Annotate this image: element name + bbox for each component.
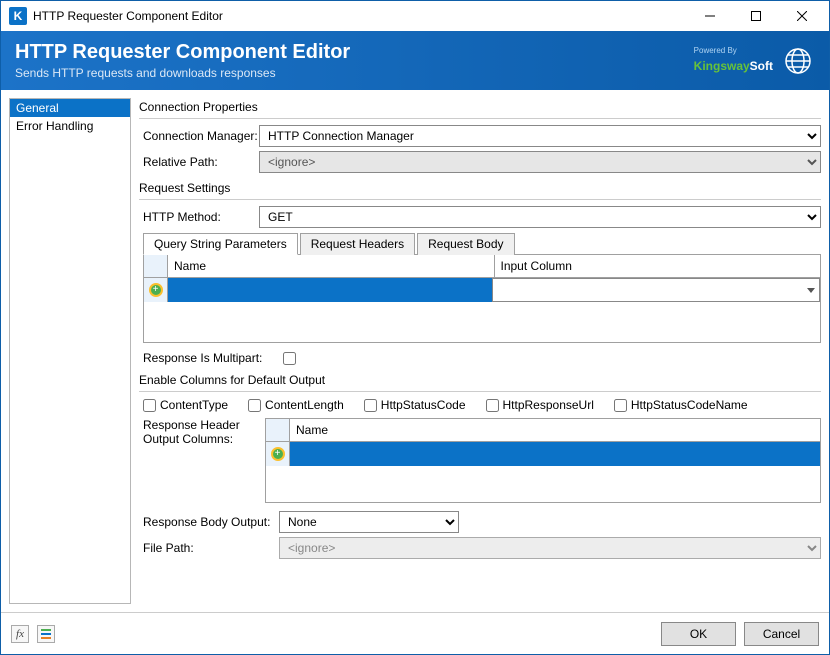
grid-add-row[interactable]: + bbox=[144, 278, 820, 302]
relative-path-label: Relative Path: bbox=[139, 155, 259, 169]
response-is-multipart-label: Response Is Multipart: bbox=[143, 351, 283, 365]
app-icon: K bbox=[9, 7, 27, 25]
window-title: HTTP Requester Component Editor bbox=[33, 9, 687, 23]
resp-grid-add-row[interactable]: + bbox=[266, 442, 820, 466]
header-title: HTTP Requester Component Editor bbox=[15, 41, 694, 64]
connection-properties-title: Connection Properties bbox=[139, 100, 821, 114]
response-body-output-select[interactable]: None bbox=[279, 511, 459, 533]
response-header-grid: Name + bbox=[265, 418, 821, 503]
columns-tool-icon[interactable] bbox=[37, 625, 55, 643]
powered-by-label: Powered By bbox=[694, 47, 773, 55]
checkbox-contenttype[interactable]: ContentType bbox=[143, 398, 228, 412]
grid-corner bbox=[144, 255, 168, 277]
close-button[interactable] bbox=[779, 1, 825, 31]
nav-sidebar: General Error Handling bbox=[9, 98, 131, 604]
connection-manager-select[interactable]: HTTP Connection Manager bbox=[259, 125, 821, 147]
resp-header-name-cell[interactable] bbox=[290, 442, 820, 466]
minimize-button[interactable] bbox=[687, 1, 733, 31]
resp-grid-corner bbox=[266, 419, 290, 441]
add-row-icon[interactable]: + bbox=[149, 283, 163, 297]
request-tabs: Query String Parameters Request Headers … bbox=[143, 232, 821, 255]
fx-icon[interactable]: fx bbox=[11, 625, 29, 643]
checkbox-httpresponseurl[interactable]: HttpResponseUrl bbox=[486, 398, 594, 412]
sidebar-item-general[interactable]: General bbox=[10, 99, 130, 117]
grid-header-input-column: Input Column bbox=[495, 255, 821, 277]
tab-request-headers[interactable]: Request Headers bbox=[300, 233, 415, 255]
globe-icon[interactable] bbox=[781, 44, 815, 78]
sidebar-item-error-handling[interactable]: Error Handling bbox=[10, 117, 130, 135]
main-content: Connection Properties Connection Manager… bbox=[139, 98, 821, 604]
cancel-button[interactable]: Cancel bbox=[744, 622, 819, 646]
checkbox-contentlength[interactable]: ContentLength bbox=[248, 398, 344, 412]
http-method-select[interactable]: GET bbox=[259, 206, 821, 228]
checkbox-httpstatuscode[interactable]: HttpStatusCode bbox=[364, 398, 466, 412]
file-path-select: <ignore> bbox=[279, 537, 821, 559]
param-name-cell[interactable] bbox=[168, 278, 492, 302]
bottom-toolbar: fx OK Cancel bbox=[1, 612, 829, 654]
ok-button[interactable]: OK bbox=[661, 622, 736, 646]
resp-add-row-icon[interactable]: + bbox=[271, 447, 285, 461]
header-banner: HTTP Requester Component Editor Sends HT… bbox=[1, 31, 829, 90]
tab-request-body[interactable]: Request Body bbox=[417, 233, 514, 255]
connection-manager-label: Connection Manager: bbox=[139, 129, 259, 143]
enable-columns-title: Enable Columns for Default Output bbox=[139, 373, 821, 387]
query-params-grid: Name Input Column + bbox=[143, 255, 821, 343]
http-method-label: HTTP Method: bbox=[139, 210, 259, 224]
relative-path-select[interactable]: <ignore> bbox=[259, 151, 821, 173]
file-path-label: File Path: bbox=[139, 541, 279, 555]
maximize-button[interactable] bbox=[733, 1, 779, 31]
response-header-output-label: Response Header Output Columns: bbox=[139, 418, 259, 503]
brand-logo: Powered By KingswaySoft bbox=[694, 47, 773, 75]
titlebar: K HTTP Requester Component Editor bbox=[1, 1, 829, 31]
response-is-multipart-checkbox[interactable] bbox=[283, 352, 296, 365]
grid-header-name: Name bbox=[168, 255, 495, 277]
request-settings-title: Request Settings bbox=[139, 181, 821, 195]
param-input-column-cell[interactable] bbox=[492, 278, 820, 302]
tab-query-string-params[interactable]: Query String Parameters bbox=[143, 233, 298, 255]
editor-window: K HTTP Requester Component Editor HTTP R… bbox=[0, 0, 830, 655]
checkbox-httpstatuscodename[interactable]: HttpStatusCodeName bbox=[614, 398, 748, 412]
header-subtitle: Sends HTTP requests and downloads respon… bbox=[15, 66, 694, 80]
resp-grid-header-name: Name bbox=[290, 419, 820, 441]
response-body-output-label: Response Body Output: bbox=[139, 515, 279, 529]
